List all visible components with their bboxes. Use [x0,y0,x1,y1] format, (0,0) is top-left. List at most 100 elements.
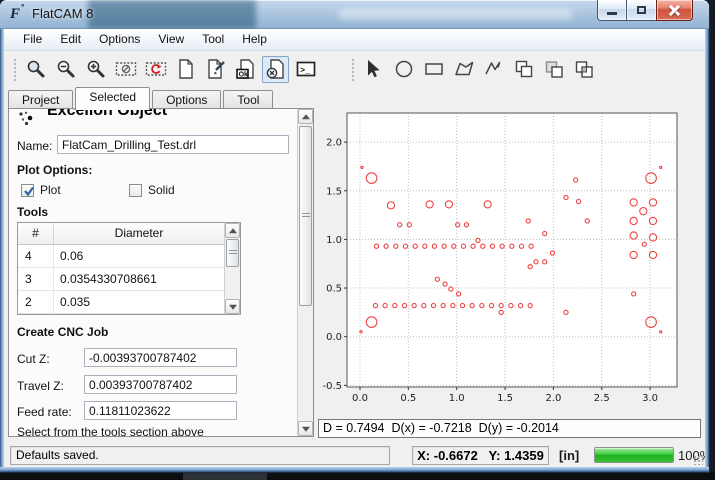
cursor-coordinates: X: -0.6672 Y: 1.4359 [412,446,549,465]
status-bar: Defaults saved. X: -0.6672 Y: 1.4359 [in… [4,443,705,467]
svg-text:2.0: 2.0 [326,138,342,149]
zoom-out-button[interactable] [52,56,79,83]
tool-diameter: 0.035 [54,291,240,313]
polygon-icon [453,58,475,80]
open-project-button[interactable] [202,56,229,83]
new-file-icon [175,58,197,80]
menu-bar: File Edit Options View Tool Help [4,29,705,51]
replot-icon [145,58,167,80]
window-border [705,29,709,467]
table-row[interactable]: 4 0.06 [18,245,240,268]
new-project-button[interactable] [172,56,199,83]
distance-readout: D = 0.7494 D(x) = -0.7218 D(y) = -0.2014 [318,419,701,438]
status-message: Defaults saved. [10,446,390,465]
table-scrollbar[interactable] [224,223,240,314]
taskbar-strip [0,472,715,480]
name-input[interactable] [57,135,289,154]
toolbar: Ok >_ [4,52,705,86]
aero-glass-blur [88,0,256,29]
close-button[interactable] [656,0,693,21]
progress-fill [595,448,673,462]
col-header-diameter[interactable]: Diameter [54,223,224,244]
maximize-icon [637,6,646,14]
checkbox-unchecked-icon [129,184,142,197]
name-label: Name: [17,139,52,153]
tool-diameter: 0.06 [54,245,240,267]
menu-item-edit[interactable]: Edit [51,29,90,50]
svg-text:1.5: 1.5 [497,393,513,404]
tool-number: 4 [18,245,54,267]
tab-project[interactable]: Project [8,90,73,110]
clear-plot-icon [115,58,137,80]
tab-options[interactable]: Options [152,90,221,110]
travel-z-label: Travel Z: [17,379,64,393]
subtract-button[interactable] [540,56,567,83]
plot-checkbox[interactable]: Plot [21,183,61,197]
thumb-grip [229,250,237,256]
aero-glass-blur [338,8,573,20]
thumb-grip [302,213,310,219]
panel-scrollbar[interactable] [297,109,313,436]
clear-plot-button[interactable] [112,56,139,83]
menu-item-options[interactable]: Options [90,29,149,50]
tab-selected[interactable]: Selected [75,87,150,110]
menu-item-tool[interactable]: Tool [193,29,233,50]
cut-z-input[interactable] [84,348,237,367]
scroll-down-button[interactable] [298,421,313,436]
scroll-down-button[interactable] [225,299,240,314]
arrow-up-icon [302,114,310,119]
tool-number: 2 [18,291,54,313]
select-tool-button[interactable] [360,56,387,83]
feed-rate-label: Feed rate: [17,405,72,419]
zoom-fit-button[interactable] [22,56,49,83]
scrollbar-thumb[interactable] [226,239,239,267]
feed-rate-input[interactable] [84,401,237,420]
draw-polygon-button[interactable] [450,56,477,83]
taskbar-button [183,472,267,480]
svg-text:-0.5: -0.5 [322,381,342,392]
toolbar-drag-handle[interactable] [12,57,18,81]
menu-item-view[interactable]: View [149,29,193,50]
shell-glyph: >_ [300,65,311,75]
tool-diameter: 0.0354330708661 [54,268,240,290]
minimize-icon [607,12,617,15]
replot-button[interactable] [142,56,169,83]
solid-checkbox[interactable]: Solid [129,183,175,197]
flatcam-logo-icon: F° [10,5,28,23]
units-label: [in] [559,446,579,465]
draw-rectangle-button[interactable] [420,56,447,83]
zoom-in-button[interactable] [82,56,109,83]
terminal-icon: >_ [295,58,317,80]
maximize-button[interactable] [627,0,656,21]
resize-grip[interactable] [693,455,703,465]
desktop: F° FlatCAM 8 File Edit Options View Tool… [0,0,715,480]
client-area: File Edit Options View Tool Help [4,29,705,467]
toolbar-drag-handle[interactable] [350,57,356,81]
cnc-section-label: Create CNC Job [17,325,108,339]
table-row[interactable]: 2 0.035 [18,291,240,314]
scroll-up-button[interactable] [298,109,313,124]
menu-item-file[interactable]: File [14,29,51,50]
intersect-button[interactable] [570,56,597,83]
svg-text:1.0: 1.0 [449,393,465,404]
col-header-num[interactable]: # [18,223,54,244]
scrollbar-thumb[interactable] [299,126,312,306]
file-ok-icon: Ok [235,58,257,80]
travel-z-input[interactable] [84,375,237,394]
shell-button[interactable]: >_ [292,56,319,83]
tab-tool[interactable]: Tool [223,90,273,110]
union-button[interactable] [510,56,537,83]
table-row[interactable]: 3 0.0354330708661 [18,268,240,291]
draw-polyline-button[interactable] [480,56,507,83]
checkbox-checked-icon [21,184,34,197]
menu-item-help[interactable]: Help [233,29,276,50]
scroll-up-button[interactable] [225,223,240,238]
minimize-button[interactable] [597,0,627,21]
progress-bar [594,447,674,463]
delete-object-button[interactable] [262,56,289,83]
plot-canvas[interactable]: 0.00.51.01.52.02.53.0-0.50.00.51.01.52.0 [316,95,705,415]
zoom-in-icon [85,58,107,80]
draw-circle-button[interactable] [390,56,417,83]
save-project-button[interactable]: Ok [232,56,259,83]
title-bar[interactable]: F° FlatCAM 8 [0,0,709,29]
